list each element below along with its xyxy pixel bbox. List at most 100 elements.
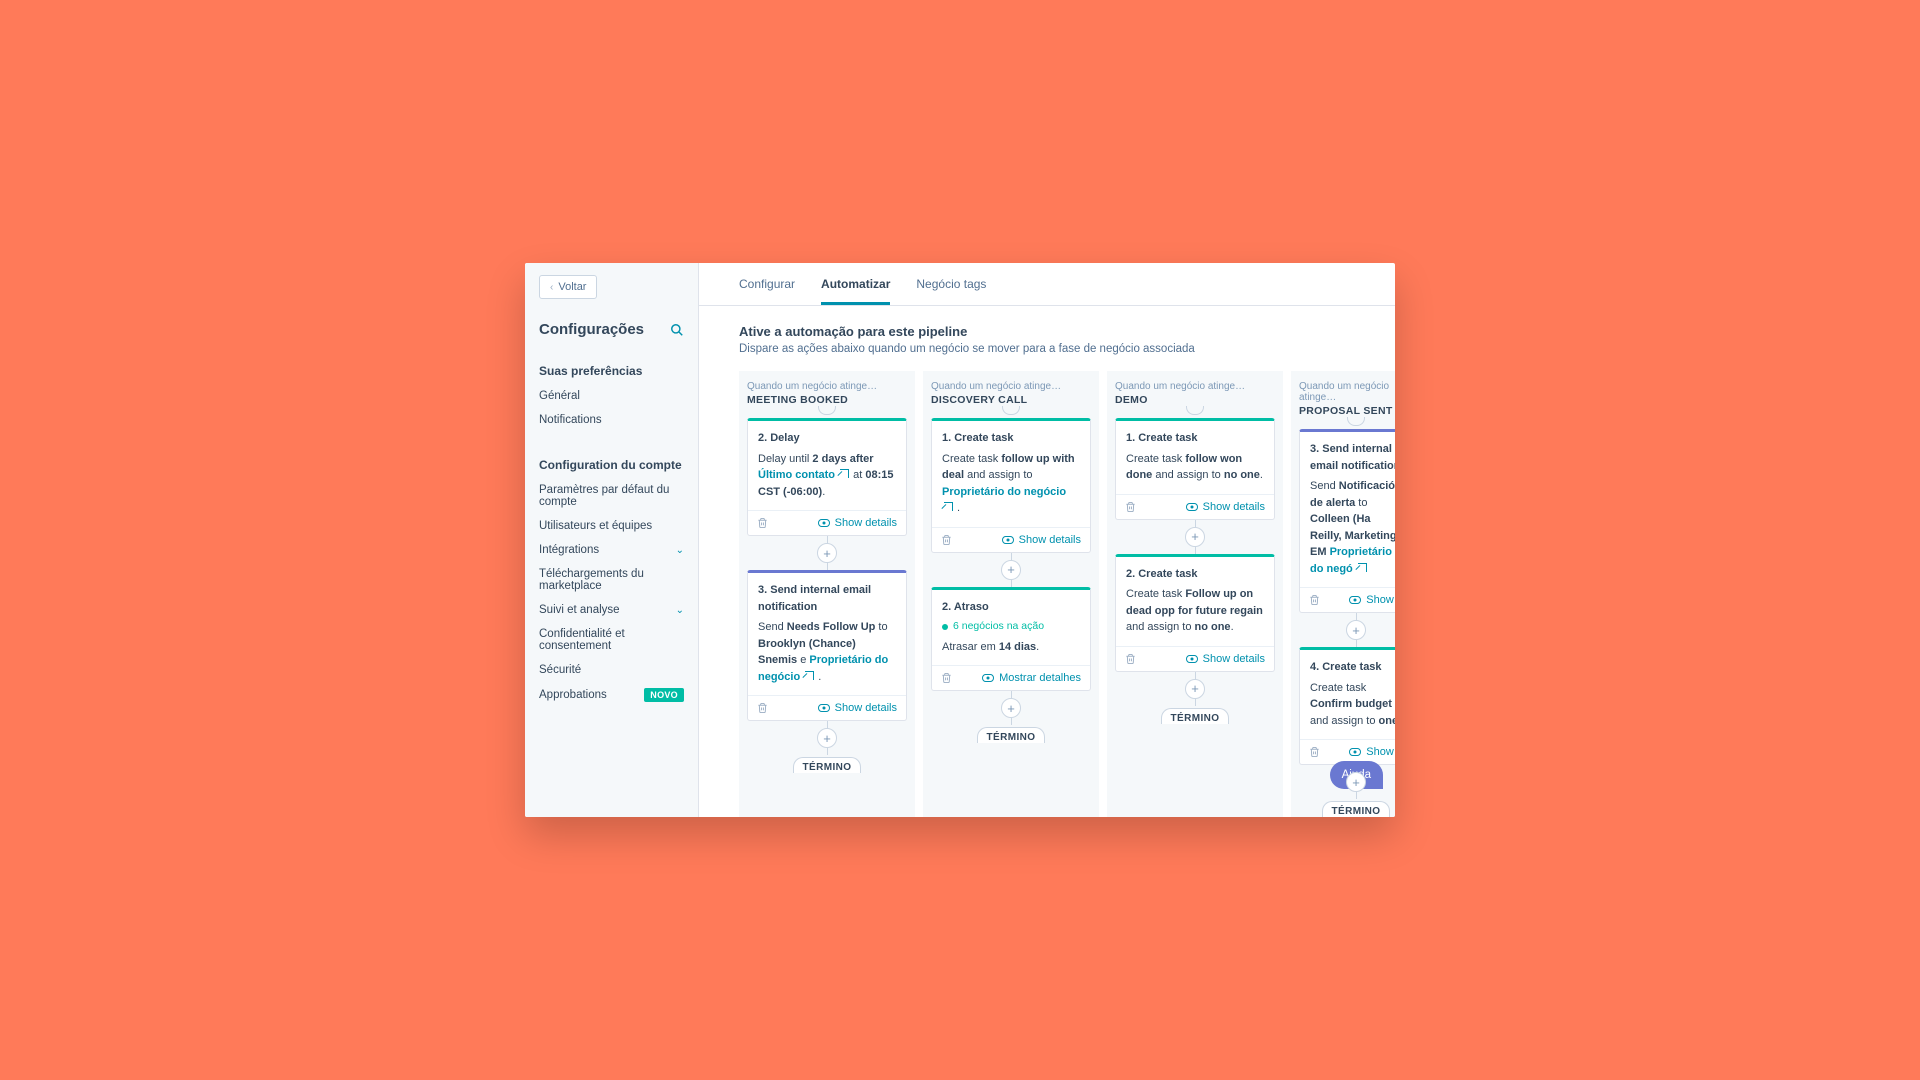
lane-trigger-label: Quando um negócio atinge… [931, 381, 1091, 392]
connector: + [1299, 613, 1395, 647]
chevron-down-icon: ⌄ [676, 545, 684, 556]
card-link[interactable]: Último contato [758, 469, 850, 481]
card-description: Atrasar em 14 dias. [942, 639, 1080, 656]
page-title: Ative a automação para este pipeline [739, 324, 1395, 339]
eye-icon [818, 704, 830, 712]
nav-acct-4[interactable]: Suivi et analyse⌄ [539, 598, 684, 622]
add-step-button[interactable]: + [1185, 527, 1205, 547]
automation-card: 1. Create task Create task follow up with… [931, 418, 1091, 553]
sidebar-title: Configurações [539, 321, 644, 338]
automation-card: 3. Send internal email notification Send … [1299, 429, 1395, 613]
tab-configurar[interactable]: Configurar [739, 263, 795, 305]
nav-acct-6[interactable]: Sécurité [539, 658, 684, 682]
main-area: Configurar Automatizar Negócio tags Ative … [699, 263, 1395, 817]
connector: + [931, 691, 1091, 725]
connector: + [931, 553, 1091, 587]
terminus-label: TÉRMINO [793, 757, 862, 773]
eye-icon [982, 674, 994, 682]
nav-acct-7[interactable]: ApprobationsNOVO [539, 682, 684, 708]
card-description: Create task Follow up on dead opp for fu… [1126, 586, 1264, 636]
chevron-left-icon: ‹ [550, 282, 553, 293]
terminus-label: TÉRMINO [1322, 801, 1391, 817]
eye-icon [1349, 748, 1361, 756]
card-description: Create task follow up with deal and assi… [942, 451, 1080, 517]
add-step-button[interactable]: + [1001, 698, 1021, 718]
show-details-button[interactable]: Show details [818, 517, 897, 529]
card-description: Create task follow won done and assign t… [1126, 451, 1264, 484]
tab-negócio-tags[interactable]: Negócio tags [916, 263, 986, 305]
delete-icon[interactable] [757, 702, 768, 714]
show-details-button[interactable]: Show details [1002, 534, 1081, 546]
card-link[interactable]: Proprietário do negócio [942, 486, 1066, 515]
external-link-icon [840, 469, 849, 478]
show-details-button[interactable]: Show d [1349, 594, 1395, 606]
automation-card: 2. Delay Delay until 2 days after Último … [747, 418, 907, 536]
add-step-button[interactable]: + [1346, 772, 1366, 792]
card-description: Create task Confirm budget and assign to… [1310, 680, 1395, 730]
lane-proposal-sent: Quando um negócio atinge… PROPOSAL SENT 3.… [1291, 371, 1395, 817]
lane-trigger-label: Quando um negócio atinge… [1299, 381, 1395, 403]
nav-acct-1[interactable]: Utilisateurs et équipes [539, 514, 684, 538]
external-link-icon [944, 502, 953, 511]
eye-icon [818, 519, 830, 527]
show-details-button[interactable]: Show details [818, 702, 897, 714]
tab-automatizar[interactable]: Automatizar [821, 263, 890, 305]
delete-icon[interactable] [757, 517, 768, 529]
delete-icon[interactable] [1309, 746, 1320, 758]
pipeline-lanes: Quando um negócio atinge… MEETING BOOKED 2… [739, 371, 1395, 817]
card-description: Delay until 2 days after Último contato … [758, 451, 896, 501]
card-status: 6 negócios na ação [942, 619, 1080, 635]
show-details-button[interactable]: Mostrar detalhes [982, 672, 1081, 684]
delete-icon[interactable] [1125, 653, 1136, 665]
badge-novo: NOVO [644, 688, 684, 702]
nav-acct-2[interactable]: Intégrations⌄ [539, 538, 684, 562]
card-step: 1. Create task [942, 430, 1080, 447]
terminus-label: TÉRMINO [1161, 708, 1230, 724]
lane-demo: Quando um negócio atinge…DEMO1. Create t… [1107, 371, 1283, 817]
back-button[interactable]: ‹ Voltar [539, 275, 597, 299]
external-link-icon [805, 671, 814, 680]
lane-title: MEETING BOOKED [747, 394, 907, 406]
delete-icon[interactable] [941, 534, 952, 546]
card-step: 2. Create task [1126, 566, 1264, 583]
connector: + [747, 721, 907, 755]
add-step-button[interactable]: + [1346, 620, 1366, 640]
show-details-button[interactable]: Show details [1186, 501, 1265, 513]
card-step: 3. Send internal email notification [1310, 441, 1395, 474]
nav-pref-0[interactable]: Général [539, 384, 684, 408]
external-link-icon [1358, 563, 1367, 572]
nav-acct-0[interactable]: Paramètres par défaut du compte [539, 478, 684, 514]
eye-icon [1002, 536, 1014, 544]
add-step-button[interactable]: + [817, 728, 837, 748]
connector: + [1115, 520, 1275, 554]
add-step-button[interactable]: + [1001, 560, 1021, 580]
automation-card: 2. Atraso6 negócios na açãoAtrasar em 14… [931, 587, 1091, 692]
card-step: 2. Delay [758, 430, 896, 447]
chevron-down-icon: ⌄ [676, 605, 684, 616]
delete-icon[interactable] [1309, 594, 1320, 606]
lane-discovery-call: Quando um negócio atinge…DISCOVERY CALL1… [923, 371, 1099, 817]
add-step-button[interactable]: + [1185, 679, 1205, 699]
add-step-button[interactable]: + [817, 543, 837, 563]
nav-acct-3[interactable]: Téléchargements du marketplace [539, 562, 684, 598]
card-step: 3. Send internal email notification [758, 582, 896, 615]
page-subtitle: Dispare as ações abaixo quando um negóci… [739, 343, 1395, 355]
eye-icon [1186, 503, 1198, 511]
delete-icon[interactable] [1125, 501, 1136, 513]
automation-card: 2. Create task Create task Follow up on d… [1115, 554, 1275, 672]
terminus-label: TÉRMINO [977, 727, 1046, 743]
card-step: 4. Create task [1310, 659, 1395, 676]
show-details-button[interactable]: Show details [1186, 653, 1265, 665]
nav-acct-5[interactable]: Confidentialité et consentement [539, 622, 684, 658]
card-description: Send Needs Follow Up to Brooklyn (Chance… [758, 619, 896, 685]
card-description: Send Notificación de alerta to Colleen (… [1310, 478, 1395, 577]
show-details-button[interactable]: Show d [1349, 746, 1395, 758]
connector: + [747, 536, 907, 570]
delete-icon[interactable] [941, 672, 952, 684]
lane-title: PROPOSAL SENT [1299, 405, 1395, 417]
search-icon[interactable] [670, 323, 684, 337]
section-account: Configuration du compte [539, 458, 684, 472]
app-window: ‹ Voltar Configurações Suas preferências… [525, 263, 1395, 817]
card-step: 1. Create task [1126, 430, 1264, 447]
nav-pref-1[interactable]: Notifications [539, 408, 684, 432]
